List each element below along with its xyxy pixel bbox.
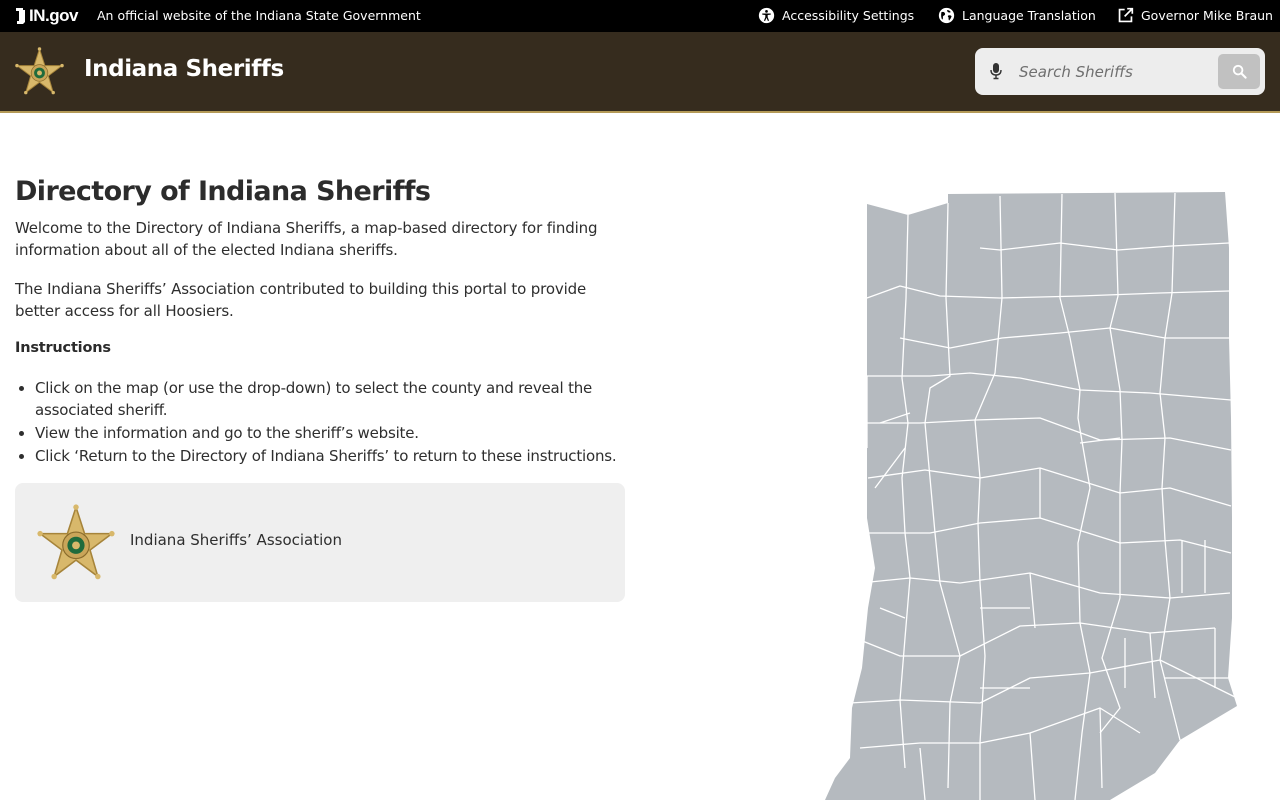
governor-label: Governor Mike Braun — [1141, 8, 1273, 23]
site-header: Indiana Sheriffs — [0, 32, 1280, 113]
ingov-logo[interactable]: IN.gov — [15, 6, 78, 26]
indiana-county-map[interactable] — [820, 188, 1240, 800]
official-site-bar: IN.gov An official website of the Indian… — [0, 0, 1280, 32]
language-translation-link[interactable]: Language Translation — [938, 7, 1096, 24]
page-title: Directory of Indiana Sheriffs — [15, 176, 431, 207]
indiana-state-glyph-icon — [16, 8, 25, 24]
association-name: Indiana Sheriffs’ Association — [130, 531, 342, 549]
search-bar — [975, 48, 1265, 95]
intro-paragraph: Welcome to the Directory of Indiana Sher… — [15, 219, 598, 259]
governor-link[interactable]: Governor Mike Braun — [1117, 7, 1273, 24]
accessibility-icon — [758, 7, 775, 24]
microphone-icon[interactable] — [989, 62, 1003, 80]
accessibility-settings-label: Accessibility Settings — [782, 8, 915, 23]
accessibility-settings-link[interactable]: Accessibility Settings — [758, 7, 914, 24]
instructions-list: Click on the map (or use the drop-down) … — [35, 377, 635, 468]
search-icon — [1232, 64, 1247, 79]
contribution-paragraph: The Indiana Sheriffs’ Association contri… — [15, 280, 587, 320]
search-input[interactable] — [1019, 60, 1209, 84]
language-translation-label: Language Translation — [962, 8, 1096, 23]
sheriffs-association-card[interactable]: Indiana Sheriffs’ Association — [15, 483, 625, 602]
ingov-logo-text: IN.gov — [29, 6, 78, 25]
search-button[interactable] — [1218, 54, 1260, 89]
instruction-item: Click ‘Return to the Directory of Indian… — [35, 445, 635, 467]
sheriff-star-badge-icon — [37, 504, 115, 580]
official-website-notice: An official website of the Indiana State… — [97, 8, 421, 23]
instructions-heading: Instructions — [15, 340, 111, 356]
instruction-item: View the information and go to the sheri… — [35, 422, 635, 444]
sheriff-star-badge-icon[interactable] — [15, 47, 64, 96]
globe-icon — [938, 7, 955, 24]
site-title[interactable]: Indiana Sheriffs — [84, 56, 284, 82]
instruction-item: Click on the map (or use the drop-down) … — [35, 377, 635, 421]
external-link-icon — [1118, 7, 1134, 23]
indiana-state-shape[interactable] — [825, 192, 1237, 800]
